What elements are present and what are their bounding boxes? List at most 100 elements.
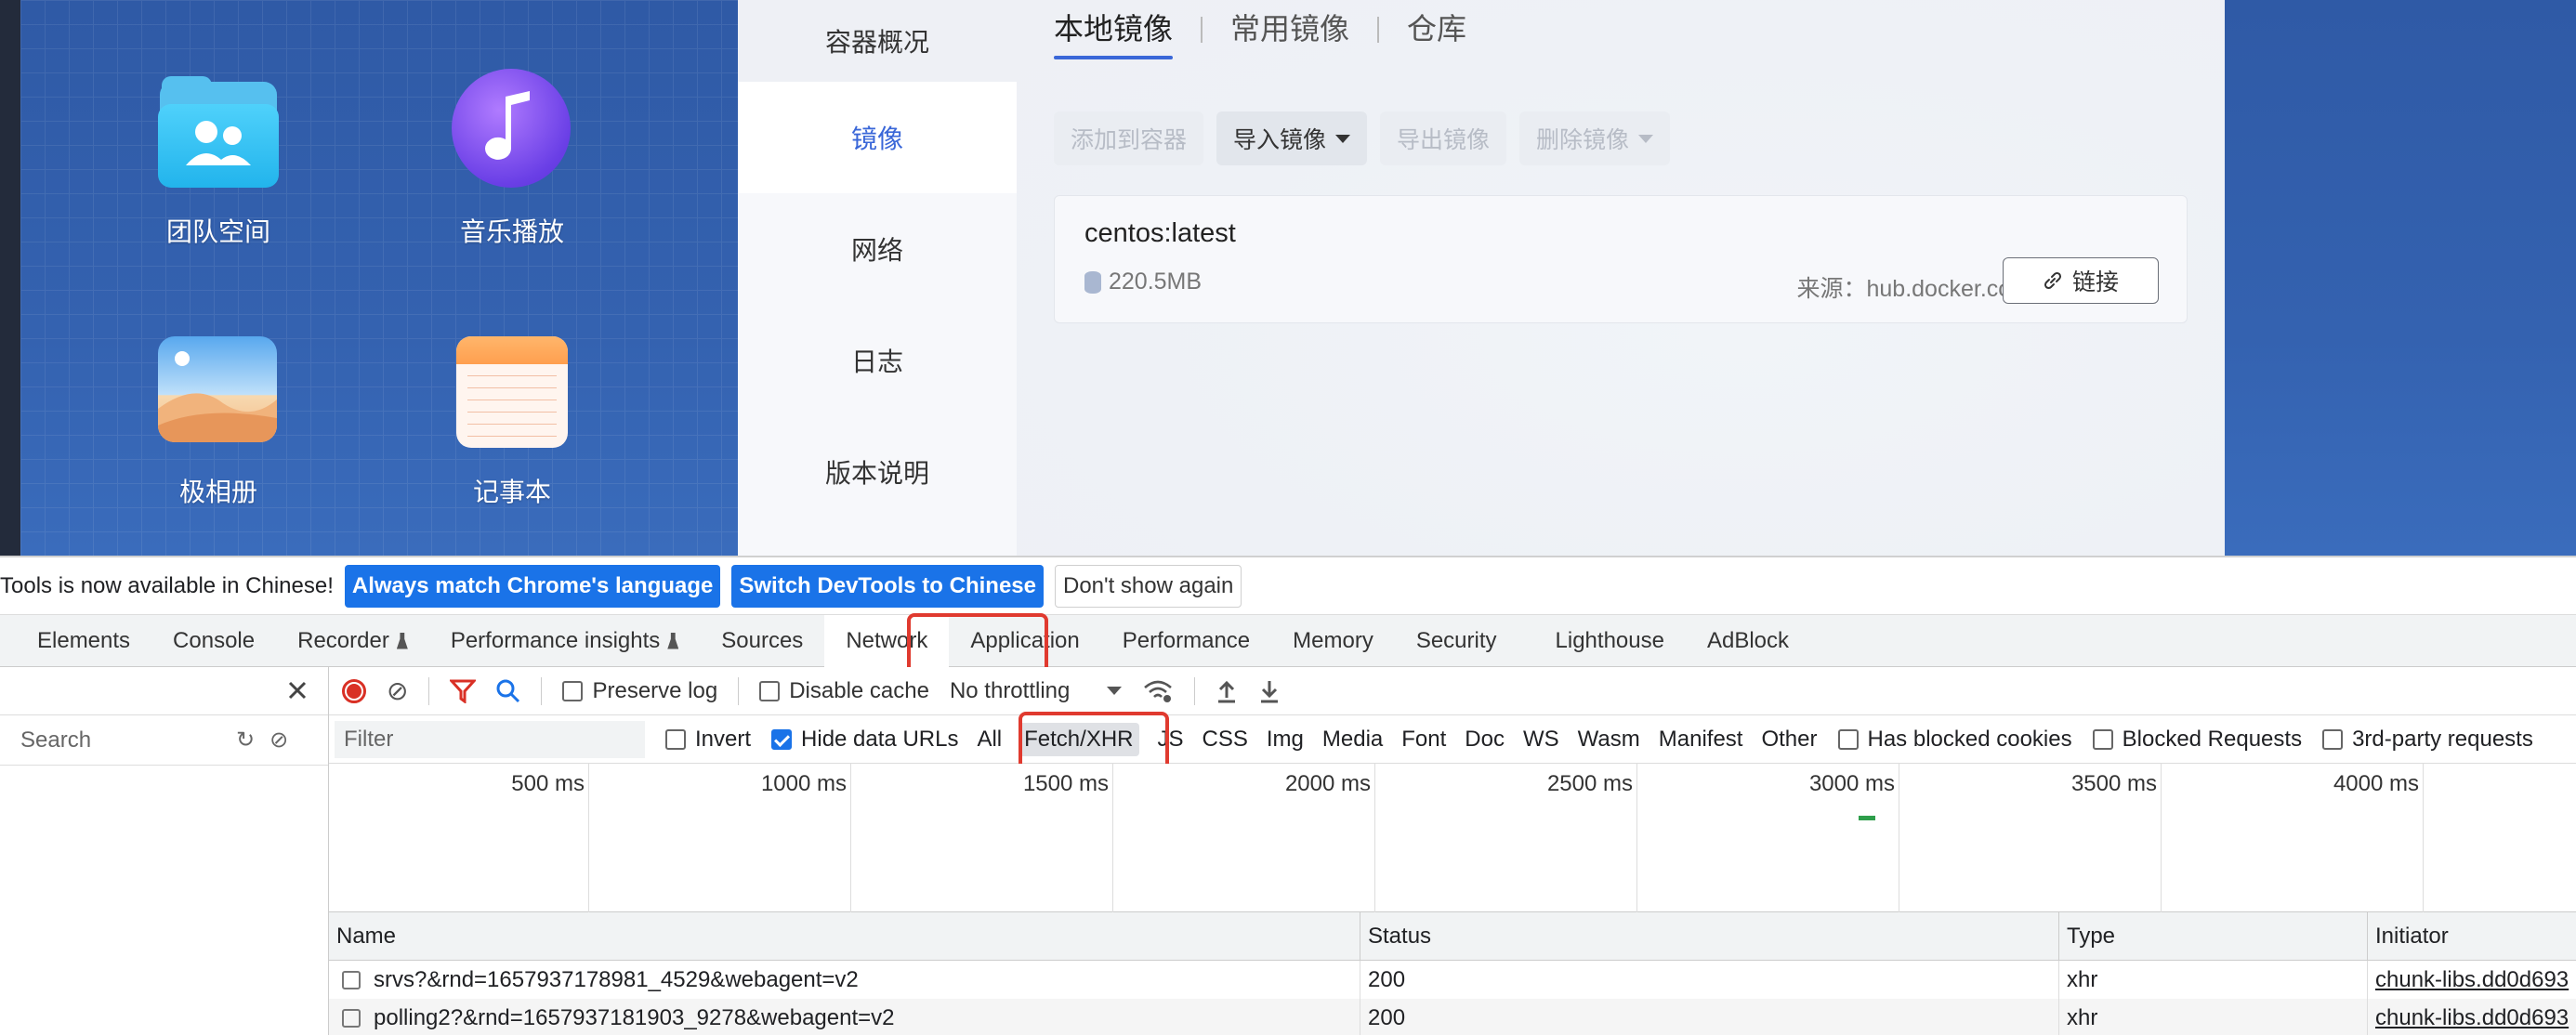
nav-item-network[interactable]: 网络 <box>738 193 1017 305</box>
sidebar-search-input[interactable]: Search <box>20 727 206 753</box>
tab-security[interactable]: Security <box>1395 615 1518 667</box>
type-filter-img[interactable]: Img <box>1267 727 1304 753</box>
row-checkbox[interactable] <box>342 970 361 989</box>
blocked-requests-checkbox[interactable]: Blocked Requests <box>2092 727 2302 753</box>
hide-data-urls-checkbox[interactable]: Hide data URLs <box>771 727 958 753</box>
column-header-initiator[interactable]: Initiator <box>2368 912 2576 961</box>
invert-checkbox[interactable]: Invert <box>665 727 751 753</box>
third-party-requests-checkbox[interactable]: 3rd-party requests <box>2322 727 2533 753</box>
nav-item-release-notes[interactable]: 版本说明 <box>738 416 1017 528</box>
initiator-link[interactable]: chunk-libs.dd0d693 <box>2375 967 2569 993</box>
checkbox-box <box>2322 728 2344 750</box>
network-conditions-icon[interactable] <box>1142 678 1174 704</box>
network-timeline-overview: 500 ms 1000 ms 1500 ms 2000 ms 2500 ms 3… <box>329 764 2576 912</box>
request-table: Name Status Type Initiator srvs?&rnd=165… <box>329 912 2576 1035</box>
network-filter-row: Filter Invert Hide data URLs All Fetch/X… <box>329 715 2576 764</box>
upload-icon[interactable] <box>1216 679 1238 703</box>
desktop-icon-notepad[interactable]: 记事本 <box>405 336 619 509</box>
row-checkbox[interactable] <box>342 1008 361 1028</box>
table-row[interactable]: polling2?&rnd=1657937181903_9278&webagen… <box>329 999 2576 1035</box>
left-edge-strip <box>0 0 20 556</box>
export-image-button[interactable]: 导出镜像 <box>1380 111 1507 165</box>
switch-to-chinese-button[interactable]: Switch DevTools to Chinese <box>731 564 1044 608</box>
desktop-icon-photo-album[interactable]: 极相册 <box>112 336 325 509</box>
type-filter-all[interactable]: All <box>977 727 1002 753</box>
column-header-name[interactable]: Name <box>329 912 1360 961</box>
checkbox-box <box>1837 728 1859 750</box>
type-filter-font[interactable]: Font <box>1401 727 1446 753</box>
timeline-column: 500 ms <box>329 764 589 912</box>
link-icon <box>2044 271 2062 290</box>
checkbox-box <box>771 728 793 750</box>
nav-item-images[interactable]: 镜像 <box>738 82 1017 193</box>
desktop-icon-music-player[interactable]: 音乐播放 <box>405 69 619 249</box>
desktop-icon-label: 记事本 <box>472 478 551 506</box>
tab-performance[interactable]: Performance <box>1101 615 1271 667</box>
checkbox-box <box>2092 728 2113 750</box>
disable-cache-checkbox[interactable]: Disable cache <box>759 678 929 704</box>
tab-console[interactable]: Console <box>151 615 276 667</box>
type-filter-wasm[interactable]: Wasm <box>1578 727 1640 753</box>
type-filter-doc[interactable]: Doc <box>1465 727 1505 753</box>
timeline-column: 1500 ms <box>851 764 1113 912</box>
tab-local-images[interactable]: 本地镜像 <box>1054 6 1174 59</box>
checkbox-box <box>665 728 686 750</box>
tab-elements[interactable]: Elements <box>0 615 151 667</box>
link-button[interactable]: 链接 <box>2003 257 2159 304</box>
import-image-button[interactable]: 导入镜像 <box>1216 111 1368 165</box>
preserve-log-checkbox[interactable]: Preserve log <box>562 678 717 704</box>
nav-item-container-overview[interactable]: 容器概况 <box>738 0 1017 82</box>
devtools-left-sidebar: Search ↻ ⊘ <box>0 667 329 1035</box>
tab-lighthouse[interactable]: Lighthouse <box>1518 615 1686 667</box>
clear-log-icon[interactable]: ⊘ <box>387 675 408 706</box>
toolbar-separator <box>541 676 543 705</box>
experiment-flask-icon <box>667 632 679 649</box>
filter-funnel-icon[interactable] <box>450 679 477 703</box>
table-row[interactable]: srvs?&rnd=1657937178981_4529&webagent=v2… <box>329 961 2576 999</box>
timeline-column: 3000 ms <box>1637 764 1899 912</box>
checkbox-box <box>562 680 584 701</box>
chevron-down-icon <box>1107 687 1123 695</box>
tab-adblock[interactable]: AdBlock <box>1686 615 1810 667</box>
record-icon[interactable] <box>342 678 366 703</box>
filter-input[interactable]: Filter <box>335 720 645 758</box>
timeline-column: 3500 ms <box>1899 764 2162 912</box>
chevron-down-icon <box>1638 134 1654 143</box>
initiator-link[interactable]: chunk-libs.dd0d693 <box>2375 1005 2569 1031</box>
tab-performance-insights[interactable]: Performance insights <box>429 615 700 667</box>
type-filter-manifest[interactable]: Manifest <box>1659 727 1743 753</box>
network-toolbar: ⊘ Preserve log Disable cache No throttli… <box>329 667 2576 715</box>
column-header-status[interactable]: Status <box>1360 912 2059 961</box>
clear-icon[interactable]: ⊘ <box>269 727 288 753</box>
type-filter-other[interactable]: Other <box>1761 727 1817 753</box>
delete-image-button[interactable]: 删除镜像 <box>1519 111 1671 165</box>
tab-recorder[interactable]: Recorder <box>276 615 429 667</box>
devtools-panel: Tools is now available in Chinese! Alway… <box>0 556 2576 1035</box>
timeline-column: 2500 ms <box>1375 764 1637 912</box>
request-name: polling2?&rnd=1657937181903_9278&webagen… <box>329 999 1360 1035</box>
dont-show-again-button[interactable]: Don't show again <box>1054 564 1242 608</box>
docker-main-panel: 本地镜像 常用镜像 仓库 添加到容器 导入镜像 导出镜像 删除镜像 centos… <box>1017 0 2225 556</box>
type-filter-ws[interactable]: WS <box>1523 727 1559 753</box>
team-folder-icon <box>158 76 279 188</box>
throttling-select[interactable]: No throttling <box>950 678 1123 704</box>
type-filter-css[interactable]: CSS <box>1203 727 1248 753</box>
search-icon[interactable] <box>496 679 520 703</box>
download-icon[interactable] <box>1258 679 1281 703</box>
desktop-background: 团队空间 音乐播放 极相册 记事本 容器概况 镜像 网络 日志 版本说明 本地镜… <box>0 0 2576 556</box>
desktop-icon-team-space[interactable]: 团队空间 <box>112 76 325 249</box>
column-header-type[interactable]: Type <box>2059 912 2368 961</box>
nav-item-logs[interactable]: 日志 <box>738 305 1017 416</box>
refresh-icon[interactable]: ↻ <box>236 727 255 753</box>
tab-sources[interactable]: Sources <box>700 615 824 667</box>
tab-memory[interactable]: Memory <box>1271 615 1395 667</box>
tab-common-images[interactable]: 常用镜像 <box>1230 6 1349 54</box>
always-match-language-button[interactable]: Always match Chrome's language <box>344 564 721 608</box>
tab-repository[interactable]: 仓库 <box>1407 6 1466 54</box>
add-to-container-button[interactable]: 添加到容器 <box>1054 111 1204 165</box>
tab-separator <box>1377 17 1380 43</box>
toolbar-separator <box>428 676 430 705</box>
type-filter-media[interactable]: Media <box>1322 727 1383 753</box>
close-icon[interactable] <box>287 680 308 701</box>
has-blocked-cookies-checkbox[interactable]: Has blocked cookies <box>1837 727 2072 753</box>
